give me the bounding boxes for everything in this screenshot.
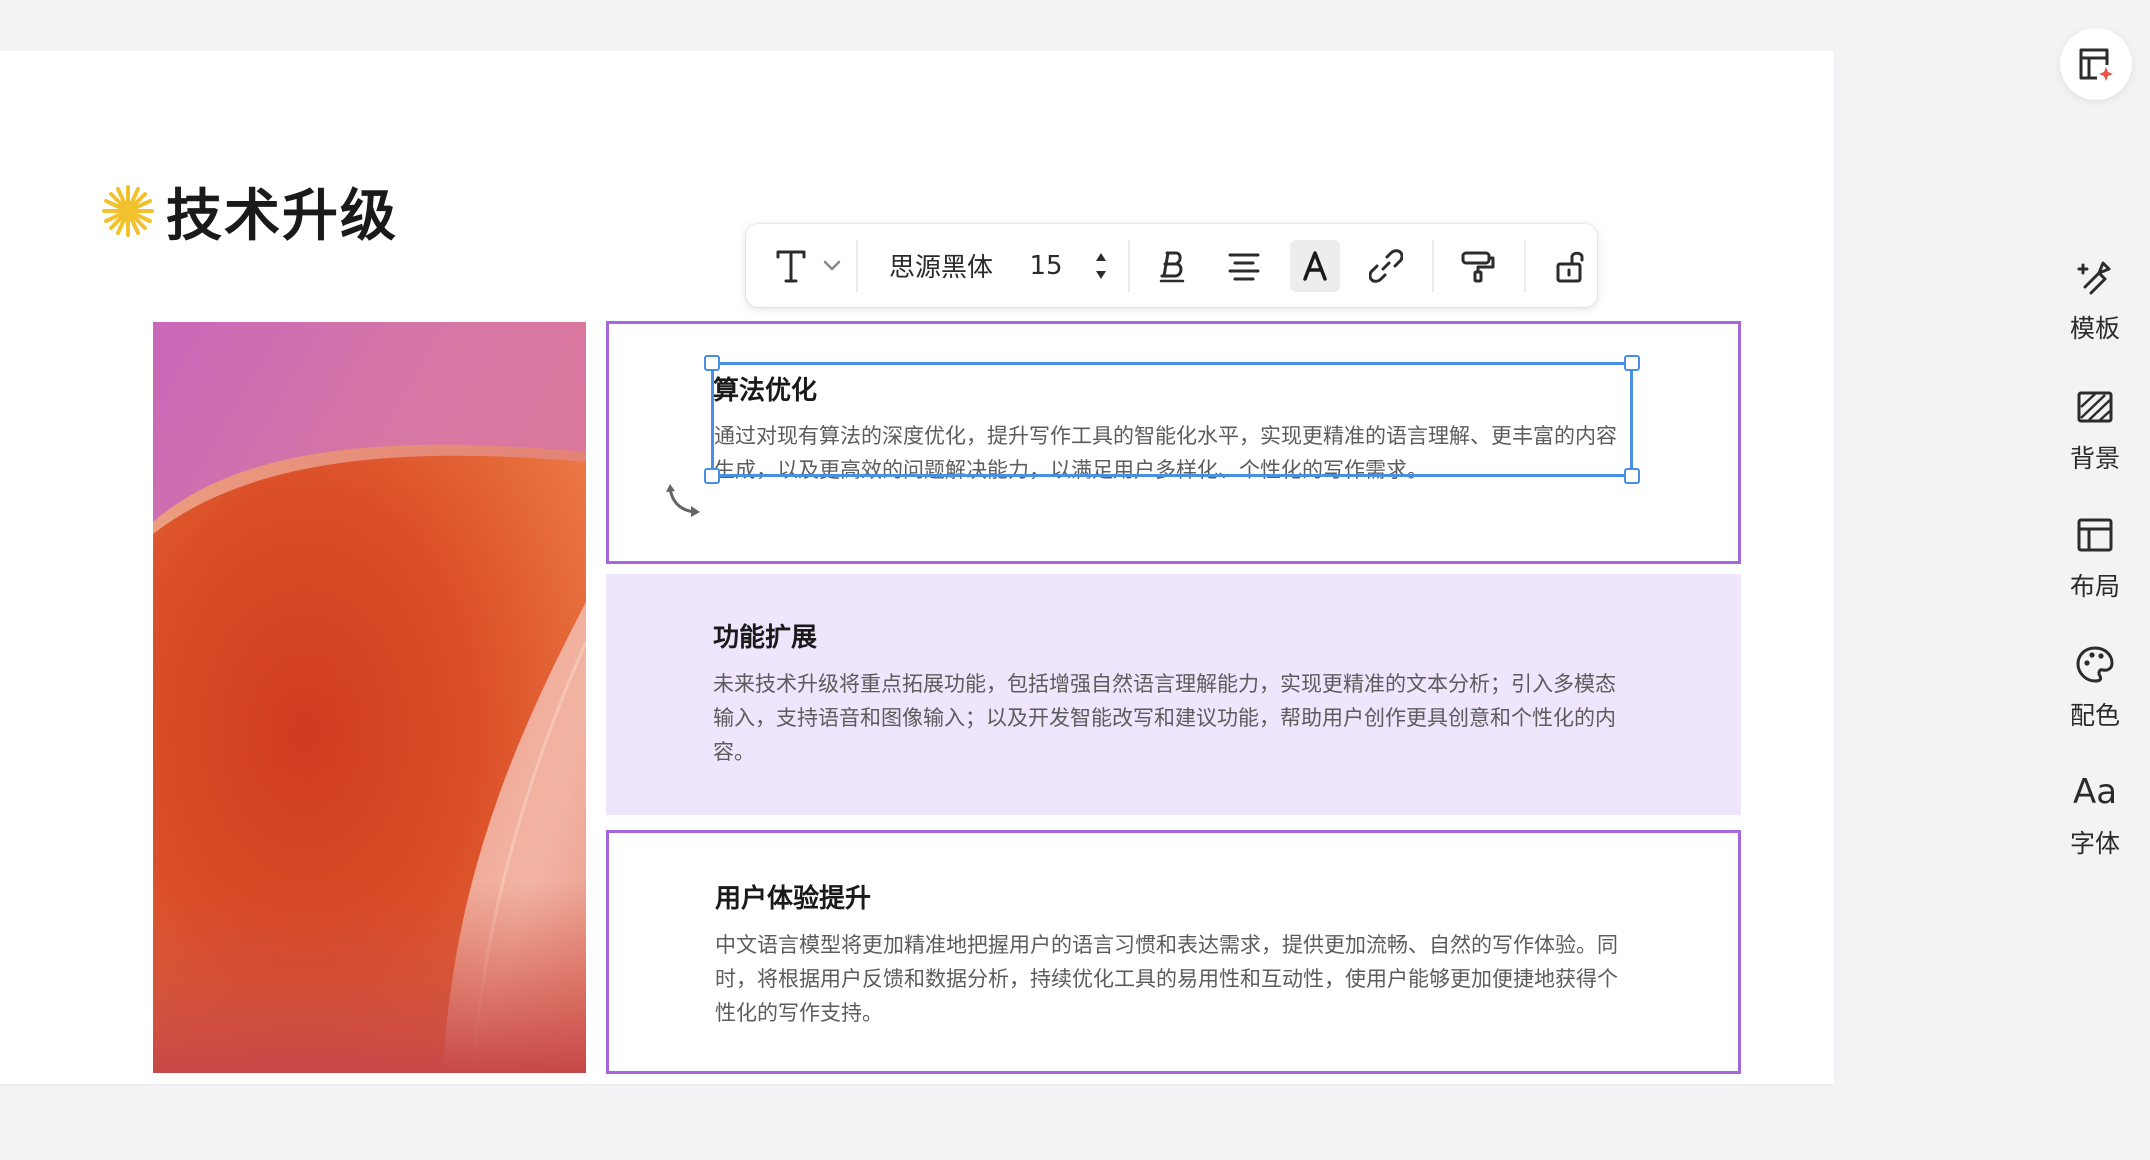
unlock-icon — [1556, 251, 1584, 282]
abstract-wave-image — [153, 322, 586, 1073]
sidebar-label: 模板 — [2069, 314, 2120, 343]
template-icon — [2073, 255, 2117, 299]
sidebar-item-template[interactable]: 模板 — [2040, 255, 2150, 355]
card-heading[interactable]: 功能扩展 — [713, 617, 817, 654]
chevron-down-icon — [823, 260, 841, 271]
card-heading[interactable]: 算法优化 — [713, 370, 817, 407]
font-size-stepper[interactable] — [1086, 240, 1116, 292]
page-title: 技术升级 — [166, 183, 398, 249]
sparkle-icon — [102, 185, 154, 237]
card-heading[interactable]: 用户体验提升 — [715, 878, 871, 915]
content-card-algorithm[interactable]: 算法优化 通过对现有算法的深度优化，提升写作工具的智能化水平，实现更精准的语言理… — [606, 321, 1741, 564]
text-color-button[interactable] — [1290, 239, 1340, 292]
font-size-input[interactable]: 15 — [1026, 240, 1066, 292]
lock-button[interactable] — [1544, 240, 1596, 292]
font-family-select[interactable]: 思源黑体 — [876, 240, 1006, 292]
toolbar-divider — [856, 239, 858, 292]
card-body-text[interactable]: 未来技术升级将重点拓展功能，包括增强自然语言理解能力，实现更精准的文本分析；引入… — [713, 667, 1633, 769]
text-type-icon — [776, 250, 806, 282]
link-button[interactable] — [1360, 240, 1412, 292]
link-icon — [1369, 248, 1403, 283]
align-center-icon — [1228, 253, 1260, 280]
format-painter-button[interactable] — [1452, 240, 1504, 292]
text-style-button[interactable] — [766, 240, 816, 292]
rotate-cursor-icon — [666, 484, 700, 517]
sidebar-label: 配色 — [2069, 701, 2120, 730]
sidebar-item-palette[interactable]: 配色 — [2040, 642, 2150, 742]
font-glyph: Aa — [2072, 772, 2118, 812]
slide-title[interactable]: 技术升级 — [100, 171, 398, 251]
stepper-arrows-icon — [1096, 252, 1106, 279]
toolbar-divider — [1128, 239, 1130, 292]
bold-icon — [1159, 251, 1185, 282]
background-icon — [2073, 385, 2117, 429]
content-card-feature[interactable]: 功能扩展 未来技术升级将重点拓展功能，包括增强自然语言理解能力，实现更精准的文本… — [606, 574, 1741, 815]
card-body-text[interactable]: 通过对现有算法的深度优化，提升写作工具的智能化水平，实现更精准的语言理解、更丰富… — [714, 419, 1636, 479]
editor-page: 技术升级 算法优化 通过对现有算法的深度优化，提升写作工具的智能化水平，实现更精… — [0, 0, 2150, 1160]
content-card-ux[interactable]: 用户体验提升 中文语言模型将更加精准地把握用户的语言习惯和表达需求，提供更加流畅… — [606, 830, 1741, 1074]
sidebar-label: 背景 — [2069, 444, 2120, 473]
toolbar-divider — [1432, 239, 1434, 292]
font-icon: Aa — [2073, 770, 2117, 814]
format-painter-icon — [1461, 251, 1495, 282]
text-style-dropdown[interactable] — [816, 240, 848, 292]
sidebar-label: 布局 — [2069, 572, 2120, 601]
layout-icon — [2073, 513, 2117, 557]
ai-layout-button[interactable] — [2060, 28, 2132, 100]
slide-canvas[interactable]: 技术升级 算法优化 通过对现有算法的深度优化，提升写作工具的智能化水平，实现更精… — [0, 51, 1834, 1084]
ai-layout-icon — [2079, 48, 2113, 81]
text-format-toolbar: 思源黑体 15 — [746, 224, 1597, 307]
bold-button[interactable] — [1146, 240, 1198, 292]
slide-image[interactable] — [153, 322, 586, 1073]
sidebar-label: 字体 — [2069, 829, 2120, 858]
sidebar-item-layout[interactable]: 布局 — [2040, 513, 2150, 613]
card-body-text[interactable]: 中文语言模型将更加精准地把握用户的语言习惯和表达需求，提供更加流畅、自然的写作体… — [715, 928, 1635, 1030]
align-button[interactable] — [1218, 240, 1270, 292]
sidebar-item-font[interactable]: Aa 字体 — [2040, 770, 2150, 870]
palette-icon — [2073, 642, 2117, 686]
sidebar-item-background[interactable]: 背景 — [2040, 385, 2150, 485]
toolbar-divider — [1524, 239, 1526, 292]
text-color-icon — [1303, 250, 1327, 281]
